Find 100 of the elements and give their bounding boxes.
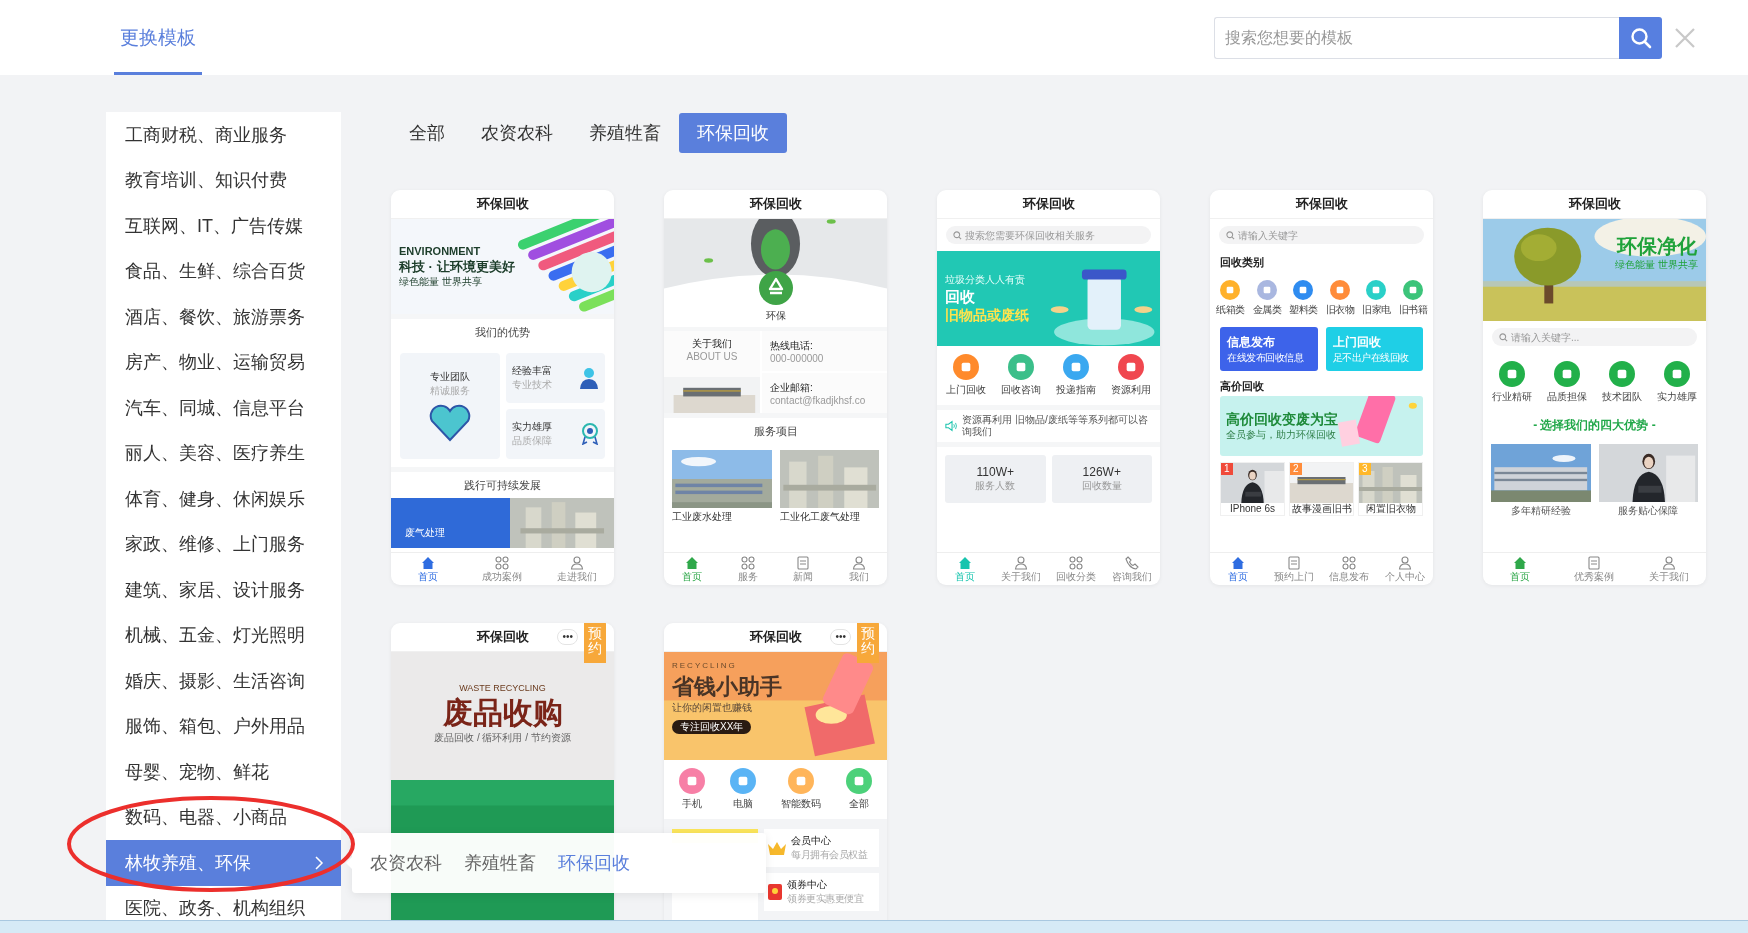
nav-tab[interactable]: 回收分类 [1048,553,1105,585]
filter-tab[interactable]: 农资农科 [463,113,571,153]
category-icon[interactable] [1499,361,1526,387]
action-title: 上门回收 [1332,333,1382,351]
close-icon[interactable] [1674,26,1696,49]
filter-tab[interactable]: 全部 [391,113,463,153]
sidebar-item[interactable]: 机械、五金、灯光照明 [106,612,341,658]
tile-title: 关于我们 [692,337,732,351]
nav-tab[interactable]: 我们 [831,553,887,585]
category-icon[interactable] [846,768,873,794]
category-icon[interactable] [1008,354,1035,380]
sidebar-item[interactable]: 房产、物业、运输贸易 [106,339,341,385]
tab[interactable]: 更换模板 [114,0,202,75]
filter-tab[interactable]: 环保回收 [679,113,787,153]
nav-tab[interactable]: 服务 [719,553,776,585]
sidebar-item[interactable]: 家政、维修、上门服务 [106,521,341,567]
app-title: 环保回收 [476,195,529,213]
filter-tab[interactable]: 养殖牲畜 [571,113,679,153]
template-card[interactable]: 环保回收 环保净化 绿色能量 世界共享 请输入关键字... 行业精研 品质担保 技术团队 实力雄厚 - 选择我们的四大优势 - 多年精研经验 服务贴心保障 首页 优秀案例 关于我们 [1483,190,1706,585]
category-icon[interactable] [953,354,980,380]
nav-tab[interactable]: 成功案例 [465,553,540,585]
rank-badge: 1 [1221,463,1233,475]
category-icon[interactable] [1329,280,1350,300]
section-heading: 高价回收 [1219,379,1265,394]
home-icon [1513,556,1528,570]
stat-label: 回收数量 [1081,479,1122,493]
category-icon[interactable] [1256,280,1277,300]
category-icon[interactable] [1062,354,1089,380]
action-card[interactable]: 信息发布 在线发布回收信息 [1220,327,1318,371]
user-icon [852,556,867,570]
search-field[interactable]: 搜索您想要的模板 [1214,16,1619,59]
category-label: 行业精研 [1492,390,1533,404]
category-icon[interactable] [729,768,756,794]
tile-subtitle: contact@fkadjkhsf.co [770,394,867,406]
award-icon [581,423,599,445]
category-label: 投递指南 [1055,383,1096,397]
sidebar-item[interactable]: 教育培训、知识付费 [106,157,341,203]
search-field[interactable]: 请输入关键字... [1492,328,1697,346]
nav-tab[interactable]: 新闻 [775,553,832,585]
sidebar-item[interactable]: 体育、健身、休闲娱乐 [106,476,341,522]
app-title: 环保回收 [1568,195,1621,213]
sidebar-item[interactable]: 工商财税、商业服务 [106,112,341,158]
category-icon[interactable] [1117,354,1144,380]
sidebar-item[interactable]: 建筑、家居、设计服务 [106,567,341,613]
sidebar-item[interactable]: 医院、政务、机构组织 [106,885,341,921]
search-field[interactable]: 请输入关键字 [1219,226,1424,244]
sidebar-item[interactable]: 汽车、同城、信息平台 [106,385,341,431]
nav-tab[interactable]: 优秀案例 [1557,553,1632,585]
template-card[interactable]: 环保回收 ENVIRONMENT 科技 · 让环境更美好 绿色能量 世界共享 我们的优势 专业团队 精诚服务 经验丰富 专业技术 实力雄厚 品质保障 践行可持续发展 废气处理 首页 成功案例 走进我们 [391,190,614,585]
sidebar-item[interactable]: 母婴、宠物、鲜花 [106,749,341,795]
product-name: 故事漫画旧书 [1291,503,1352,515]
banner-text: 回收 [945,288,975,305]
category-icon[interactable] [1402,280,1423,300]
sidebar-item[interactable]: 食品、生鲜、综合百货 [106,248,341,294]
nav-tab[interactable]: 信息发布 [1321,553,1378,585]
category-icon[interactable] [678,768,705,794]
nav-tab[interactable]: 预约上门 [1265,553,1322,585]
search-button[interactable] [1619,16,1662,59]
service-tile[interactable]: 会员中心 每月拥有会员权益 [764,829,879,867]
sidebar-item[interactable]: 丽人、美容、医疗养生 [106,430,341,476]
document-icon [796,556,811,570]
template-card[interactable]: 环保回收 环保 关于我们 ABOUT US 热线电话: 000-000000 企业邮箱: contact@fkadjkhsf.co 服务项目 工业废水处理 工业化工废气处理 首页 服务 新闻 我们 [664,190,887,585]
stat-value: 110W+ [976,465,1014,479]
nav-tab[interactable]: 关于我们 [1631,553,1706,585]
sidebar-item[interactable]: 酒店、餐饮、旅游票务 [106,294,341,340]
sidebar-item[interactable]: 服饰、箱包、户外用品 [106,703,341,749]
category-icon[interactable] [1366,280,1387,300]
sidebar-item[interactable]: 数码、电器、小商品 [106,794,341,840]
hero-caption: 环保 [764,309,787,323]
grid-icon [1342,556,1357,570]
tile-title: 热线电话: [770,338,814,353]
nav-tab[interactable]: 关于我们 [992,553,1049,585]
category-icon[interactable] [1608,361,1635,387]
category-label: 金属类 [1252,303,1281,317]
nav-tab[interactable]: 咨询我们 [1104,553,1160,585]
category-icon[interactable] [1293,280,1314,300]
nav-tab[interactable]: 首页 [391,553,466,585]
template-card[interactable]: 环保回收 请输入关键字 回收类别 纸箱类 金属类 塑料类 旧衣物 旧家电 旧书籍 信息发布 在线发布回收信息 上门回收 足不出户在线回收 高价回收 高价回收变废为宝 全员参与，助力环保回收 1 IPhone 6s 2 故事漫画旧书 3 闲置旧衣物 首页 预约上门 信息发布 个人中心 [1210,190,1433,585]
rank-badge: 3 [1359,463,1371,475]
product-tile[interactable]: 1 IPhone 6s [1220,462,1285,516]
category-icon[interactable] [1554,361,1581,387]
nav-tab[interactable]: 走进我们 [539,553,614,585]
user-icon [1013,556,1028,570]
grid-icon [740,556,755,570]
category-icon[interactable] [1663,361,1690,387]
action-subtitle: 在线发布回收信息 [1227,350,1305,365]
nav-tab[interactable]: 个人中心 [1377,553,1433,585]
product-tile[interactable]: 2 故事漫画旧书 [1289,462,1354,516]
service-tile[interactable]: 领券中心 领券更实惠更便宜 [764,873,879,911]
sidebar-item[interactable]: 婚庆、摄影、生活咨询 [106,658,341,704]
template-card[interactable]: 环保回收 搜索您需要环保回收相关服务 垃圾分类人人有责 回收 旧物品或废纸 上门回收 回收咨询 投递指南 资源利用 资源再利用 旧物品/废纸等等系列都可以咨询我们 110W+ 服务人数 126W+ 回收数量 首页 关于我们 回收分类 咨询我们 [937,190,1160,585]
product-tile[interactable]: 3 闲置旧衣物 [1358,462,1423,516]
template-card[interactable]: 环保回收 ••• 预约 RECYCLING 省钱小助手 让你的闲置也赚钱 专注回收XX年 手机 电脑 智能数码 全部 会员中心 每月拥有会员权益 领券中心 领券更实惠更便宜 [664,623,887,921]
search-field[interactable]: 搜索您需要环保回收相关服务 [946,226,1151,244]
nav-tab[interactable]: 首页 [1210,553,1266,585]
category-icon[interactable] [1220,280,1241,300]
sidebar-item[interactable]: 林牧养殖、环保 [106,840,341,886]
category-icon[interactable] [788,768,815,794]
sidebar-item[interactable]: 互联网、IT、广告传媒 [106,203,341,249]
submenu-item[interactable]: 养殖牲畜 [464,851,536,875]
